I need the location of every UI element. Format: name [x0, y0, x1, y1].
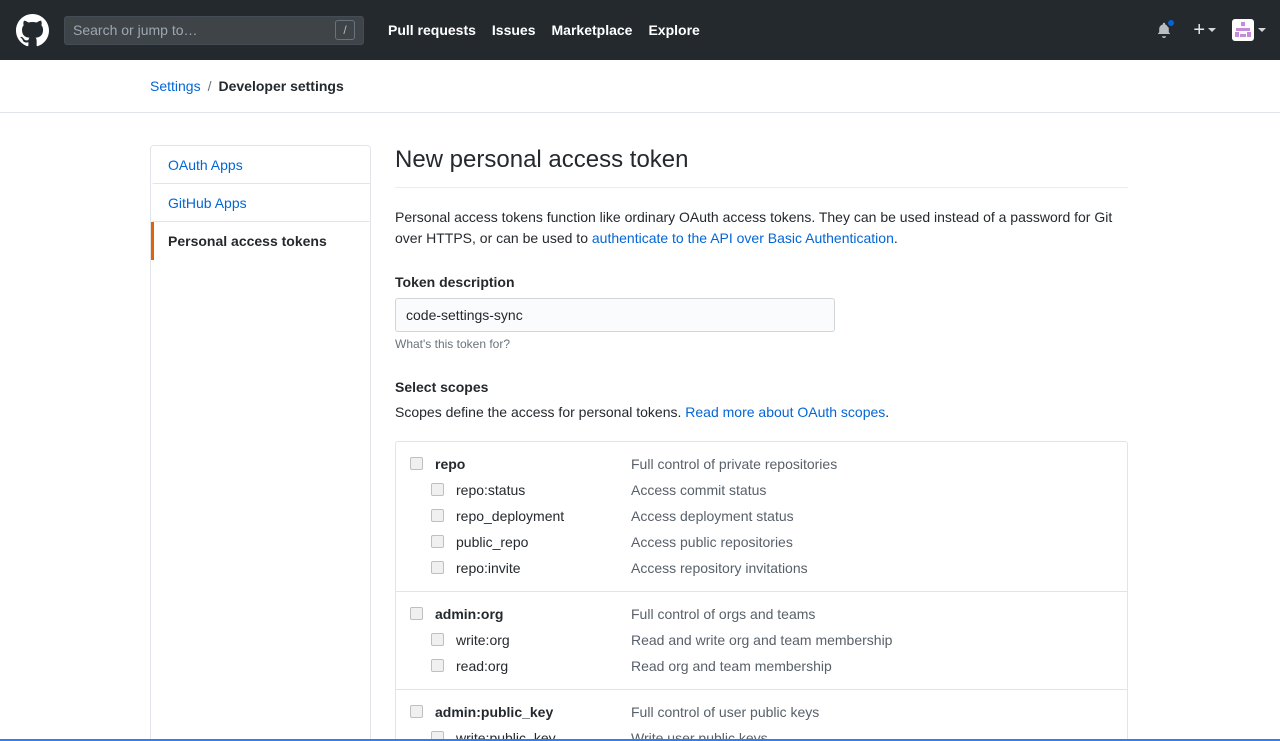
- scope-row[interactable]: admin:org Full control of orgs and teams: [396, 601, 1127, 627]
- checkbox-icon[interactable]: [410, 457, 423, 470]
- search-shortcut-badge: /: [335, 20, 355, 40]
- create-new-button[interactable]: +: [1193, 20, 1216, 40]
- scope-description: Full control of orgs and teams: [631, 606, 816, 622]
- scope-row[interactable]: repo:status Access commit status: [396, 477, 1127, 503]
- scope-name: read:org: [456, 658, 509, 674]
- sidebar-item-oauth-apps[interactable]: OAuth Apps: [151, 146, 370, 184]
- github-logo-icon[interactable]: [16, 13, 49, 47]
- scope-name: admin:org: [435, 606, 504, 622]
- checkbox-icon[interactable]: [410, 705, 423, 718]
- main-content: New personal access token Personal acces…: [395, 145, 1128, 741]
- scope-row[interactable]: repo_deployment Access deployment status: [396, 503, 1127, 529]
- select-scopes-title: Select scopes: [395, 379, 489, 395]
- scope-description: Access public repositories: [631, 534, 793, 550]
- scope-name: repo_deployment: [456, 508, 565, 524]
- page-title: New personal access token: [395, 145, 1128, 188]
- breadcrumb-current: Developer settings: [218, 78, 344, 94]
- sidebar-item-github-apps[interactable]: GitHub Apps: [151, 184, 370, 222]
- search-input[interactable]: [73, 22, 335, 38]
- scope-name: admin:public_key: [435, 704, 554, 720]
- scope-description: Full control of user public keys: [631, 704, 820, 720]
- scope-name: repo:status: [456, 482, 526, 498]
- user-menu-button[interactable]: [1232, 19, 1266, 41]
- sidebar-item-label: OAuth Apps: [168, 156, 243, 173]
- scopes-subtitle-before: Scopes define the access for personal to…: [395, 404, 686, 420]
- plus-icon: +: [1193, 19, 1205, 41]
- avatar: [1232, 19, 1254, 41]
- global-header: / Pull requests Issues Marketplace Explo…: [0, 0, 1280, 60]
- scope-row[interactable]: public_repo Access public repositories: [396, 529, 1127, 555]
- scope-row[interactable]: admin:public_key Full control of user pu…: [396, 699, 1127, 725]
- scope-name: write:org: [456, 632, 510, 648]
- checkbox-icon[interactable]: [431, 535, 444, 548]
- page-body: OAuth Apps GitHub Apps Personal access t…: [0, 113, 1280, 741]
- scope-group-admin-public-key: admin:public_key Full control of user pu…: [396, 690, 1127, 741]
- scope-row[interactable]: repo Full control of private repositorie…: [396, 451, 1127, 477]
- scope-description: Read org and team membership: [631, 658, 832, 674]
- scope-description: Access commit status: [631, 482, 767, 498]
- sidebar-item-label: Personal access tokens: [168, 233, 327, 249]
- nav-issues[interactable]: Issues: [484, 22, 544, 38]
- scope-description: Access deployment status: [631, 508, 794, 524]
- chevron-down-icon: [1208, 28, 1216, 32]
- token-description-help: What's this token for?: [395, 337, 511, 351]
- checkbox-icon[interactable]: [431, 561, 444, 574]
- select-scopes-subtitle: Scopes define the access for personal to…: [395, 404, 1128, 420]
- notification-indicator-dot: [1166, 18, 1177, 28]
- scope-group-admin-org: admin:org Full control of orgs and teams…: [396, 592, 1127, 690]
- breadcrumb: Settings / Developer settings: [0, 60, 1280, 113]
- checkbox-icon[interactable]: [431, 509, 444, 522]
- scope-row[interactable]: repo:invite Access repository invitation…: [396, 555, 1127, 581]
- checkbox-icon[interactable]: [431, 633, 444, 646]
- basic-auth-docs-link[interactable]: authenticate to the API over Basic Authe…: [592, 230, 894, 246]
- breadcrumb-separator: /: [207, 78, 212, 94]
- scope-group-repo: repo Full control of private repositorie…: [396, 442, 1127, 592]
- developer-settings-sidebar: OAuth Apps GitHub Apps Personal access t…: [150, 145, 371, 741]
- chevron-down-icon: [1258, 28, 1266, 32]
- token-description-label: Token description: [395, 274, 515, 290]
- scope-name: repo: [435, 456, 466, 472]
- scope-description: Read and write org and team membership: [631, 632, 893, 648]
- scope-description: Access repository invitations: [631, 560, 808, 576]
- scope-row[interactable]: write:org Read and write org and team me…: [396, 627, 1127, 653]
- header-actions: +: [1151, 0, 1266, 60]
- primary-nav: Pull requests Issues Marketplace Explore: [380, 22, 708, 38]
- token-description-input[interactable]: [395, 298, 835, 332]
- nav-pull-requests[interactable]: Pull requests: [380, 22, 484, 38]
- scope-name: repo:invite: [456, 560, 521, 576]
- nav-marketplace[interactable]: Marketplace: [544, 22, 641, 38]
- scope-description: Full control of private repositories: [631, 456, 838, 472]
- sidebar-item-label: GitHub Apps: [168, 194, 247, 211]
- checkbox-icon[interactable]: [410, 607, 423, 620]
- notifications-button[interactable]: [1151, 17, 1177, 43]
- intro-paragraph: Personal access tokens function like ord…: [395, 207, 1128, 249]
- sidebar-item-personal-access-tokens[interactable]: Personal access tokens: [151, 222, 370, 260]
- checkbox-icon[interactable]: [431, 483, 444, 496]
- breadcrumb-settings-link[interactable]: Settings: [150, 78, 201, 94]
- intro-text-after: .: [893, 230, 898, 246]
- scope-name: public_repo: [456, 534, 529, 550]
- search-box[interactable]: /: [64, 15, 364, 45]
- checkbox-icon[interactable]: [431, 659, 444, 672]
- scope-row[interactable]: read:org Read org and team membership: [396, 653, 1127, 679]
- scopes-list: repo Full control of private repositorie…: [395, 441, 1128, 741]
- nav-explore[interactable]: Explore: [640, 22, 707, 38]
- scopes-subtitle-after: .: [885, 404, 890, 420]
- oauth-scopes-docs-link[interactable]: Read more about OAuth scopes: [685, 404, 885, 420]
